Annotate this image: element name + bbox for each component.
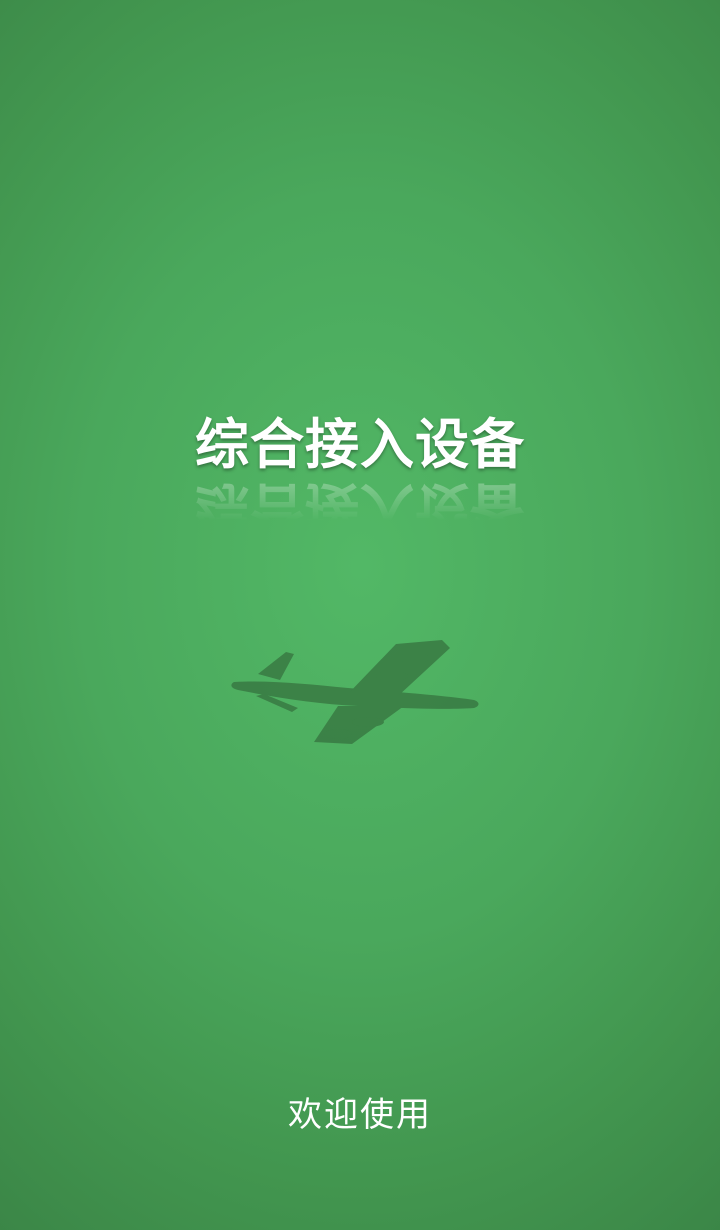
app-title: 综合接入设备	[195, 413, 525, 476]
splash-screen: 综合接入设备 综合接入设备 欢迎使用	[0, 0, 720, 1230]
airplane-silhouette-icon	[231, 640, 479, 744]
app-title-reflection: 综合接入设备	[195, 476, 525, 539]
welcome-text: 欢迎使用	[288, 1095, 432, 1135]
